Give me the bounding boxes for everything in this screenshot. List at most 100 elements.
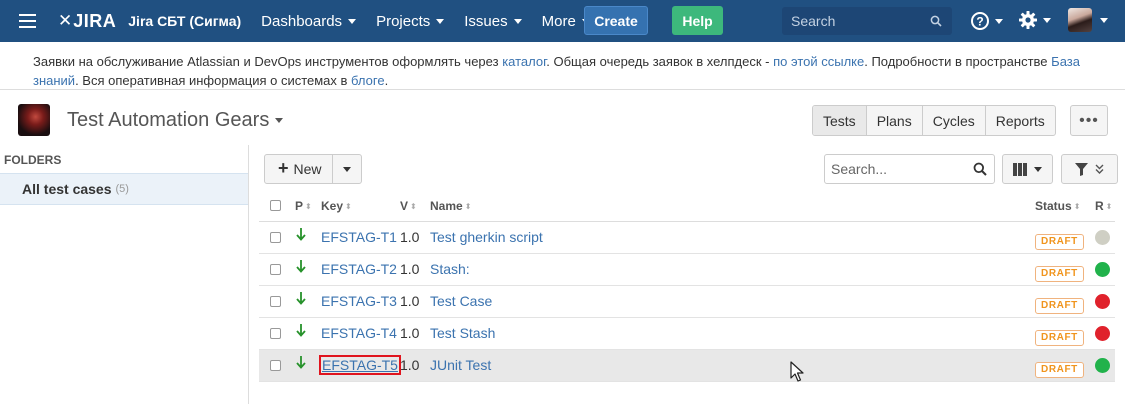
jira-logo-icon: ✕	[58, 11, 73, 30]
top-navigation-bar: ✕ JIRA Jira СБТ (Сигма) Dashboards Proje…	[0, 0, 1125, 42]
priority-low-icon	[296, 260, 306, 276]
table-row[interactable]: EFSTAG-T5 1.0 JUnit Test DRAFT	[259, 350, 1115, 382]
banner-text: . Подробности в пространстве	[864, 54, 1052, 69]
last-result-dot[interactable]	[1095, 230, 1110, 245]
test-key-link[interactable]: EFSTAG-T4	[321, 325, 397, 341]
new-test-dropdown-button[interactable]	[333, 166, 361, 172]
column-header-result[interactable]: R ⬍	[1095, 199, 1112, 213]
banner-text: . Вся оперативная информация о системах …	[75, 73, 352, 88]
status-badge: DRAFT	[1035, 231, 1084, 250]
admin-settings-menu[interactable]	[1018, 10, 1051, 30]
test-key: EFSTAG-T4	[321, 325, 397, 341]
tab-cycles[interactable]: Cycles	[921, 106, 985, 135]
app-switcher-menu-icon[interactable]	[19, 14, 39, 28]
tab-reports[interactable]: Reports	[984, 106, 1055, 135]
test-name-link[interactable]: Test Stash	[430, 325, 495, 341]
table-row[interactable]: EFSTAG-T1 1.0 Test gherkin script DRAFT	[259, 222, 1115, 254]
chevron-down-icon	[343, 166, 351, 172]
chevron-down-icon	[995, 18, 1003, 24]
status-label: DRAFT	[1035, 330, 1084, 346]
help-button[interactable]: Help	[672, 6, 723, 35]
menu-projects[interactable]: Projects	[376, 12, 445, 30]
test-cases-table: P ⬍ Key ⬍ V ⬍ Name ⬍ Status ⬍ R ⬍ EFSTAG-T1 1.…	[259, 190, 1115, 382]
row-checkbox[interactable]	[270, 232, 281, 243]
filter-toggle-button[interactable]	[1061, 154, 1118, 184]
test-key-link[interactable]: EFSTAG-T5	[319, 355, 401, 375]
header-label: Name	[430, 199, 463, 213]
helpdesk-queue-link[interactable]: по этой ссылке	[773, 54, 864, 69]
row-checkbox[interactable]	[270, 264, 281, 275]
test-name-link[interactable]: Test gherkin script	[430, 229, 543, 245]
test-key-link[interactable]: EFSTAG-T1	[321, 229, 397, 245]
menu-projects-label: Projects	[376, 12, 431, 30]
status-badge: DRAFT	[1035, 327, 1084, 346]
column-header-version[interactable]: V ⬍	[400, 199, 417, 213]
last-result-dot[interactable]	[1095, 326, 1110, 341]
column-header-priority[interactable]: P ⬍	[295, 199, 312, 213]
chevron-down-icon	[513, 18, 522, 24]
jira-logo[interactable]: ✕ JIRA Jira СБТ (Сигма)	[58, 11, 241, 32]
sort-icon: ⬍	[464, 201, 472, 211]
table-row[interactable]: EFSTAG-T4 1.0 Test Stash DRAFT	[259, 318, 1115, 350]
test-search-input[interactable]: Search...	[824, 154, 995, 184]
test-key-link[interactable]: EFSTAG-T3	[321, 293, 397, 309]
avatar	[1068, 8, 1092, 32]
table-row[interactable]: EFSTAG-T3 1.0 Test Case DRAFT	[259, 286, 1115, 318]
column-header-name[interactable]: Name ⬍	[430, 199, 471, 213]
last-result-dot[interactable]	[1095, 294, 1110, 309]
column-header-status[interactable]: Status ⬍	[1035, 199, 1080, 213]
test-name: Test Stash	[430, 325, 496, 341]
user-profile-menu[interactable]	[1068, 8, 1108, 32]
jira-logo-text: JIRA	[73, 10, 117, 31]
test-name-link[interactable]: Stash:	[430, 261, 470, 277]
search-icon[interactable]	[973, 162, 987, 176]
blog-link[interactable]: блоге	[351, 73, 385, 88]
chevron-down-icon	[1043, 17, 1051, 23]
folder-all-test-cases[interactable]: All test cases (5)	[0, 173, 248, 205]
row-checkbox[interactable]	[270, 296, 281, 307]
test-key: EFSTAG-T3	[321, 293, 397, 309]
chevron-down-icon	[275, 118, 284, 123]
project-avatar[interactable]	[18, 104, 50, 136]
row-checkbox[interactable]	[270, 328, 281, 339]
project-title-dropdown[interactable]: Test Automation Gears	[67, 109, 284, 132]
menu-more[interactable]: More	[542, 13, 590, 30]
header-label: R	[1095, 199, 1104, 213]
row-checkbox[interactable]	[270, 360, 281, 371]
columns-toggle-button[interactable]	[1002, 154, 1053, 184]
select-all-checkbox[interactable]	[270, 200, 281, 211]
project-title: Test Automation Gears	[67, 109, 270, 131]
last-result-dot[interactable]	[1095, 358, 1110, 373]
header-label: P	[295, 199, 304, 213]
global-search-input[interactable]: Search	[782, 7, 952, 35]
double-chevron-down-icon	[1095, 164, 1104, 174]
tab-tests[interactable]: Tests	[813, 106, 866, 135]
more-actions-button[interactable]: •••	[1070, 105, 1108, 136]
gear-icon	[1019, 11, 1037, 29]
header-label: Status	[1035, 199, 1072, 213]
test-key: EFSTAG-T5	[319, 355, 401, 375]
test-name: Test gherkin script	[430, 229, 543, 245]
catalog-link[interactable]: каталог	[502, 54, 546, 69]
filter-icon	[1075, 162, 1088, 176]
last-result-dot[interactable]	[1095, 262, 1110, 277]
table-header-row: P ⬍ Key ⬍ V ⬍ Name ⬍ Status ⬍ R ⬍	[259, 190, 1115, 222]
test-name-link[interactable]: Test Case	[430, 293, 492, 309]
tab-plans[interactable]: Plans	[865, 106, 922, 135]
help-menu[interactable]: ?	[970, 11, 1003, 31]
test-name-link[interactable]: JUnit Test	[430, 357, 491, 373]
view-tabs: Tests Plans Cycles Reports	[812, 105, 1056, 136]
test-version: 1.0	[400, 325, 420, 341]
menu-issues[interactable]: Issues	[464, 13, 522, 30]
table-row[interactable]: EFSTAG-T2 1.0 Stash: DRAFT	[259, 254, 1115, 286]
test-version: 1.0	[400, 357, 420, 373]
test-key-link[interactable]: EFSTAG-T2	[321, 261, 397, 277]
create-button[interactable]: Create	[584, 6, 648, 35]
status-label: DRAFT	[1035, 266, 1084, 282]
test-search-placeholder: Search...	[831, 161, 888, 177]
column-header-key[interactable]: Key ⬍	[321, 199, 352, 213]
menu-dashboards[interactable]: Dashboards	[261, 13, 357, 30]
plus-icon: +	[278, 157, 289, 178]
new-test-button[interactable]: + New	[265, 155, 333, 183]
sort-icon: ⬍	[410, 201, 417, 211]
